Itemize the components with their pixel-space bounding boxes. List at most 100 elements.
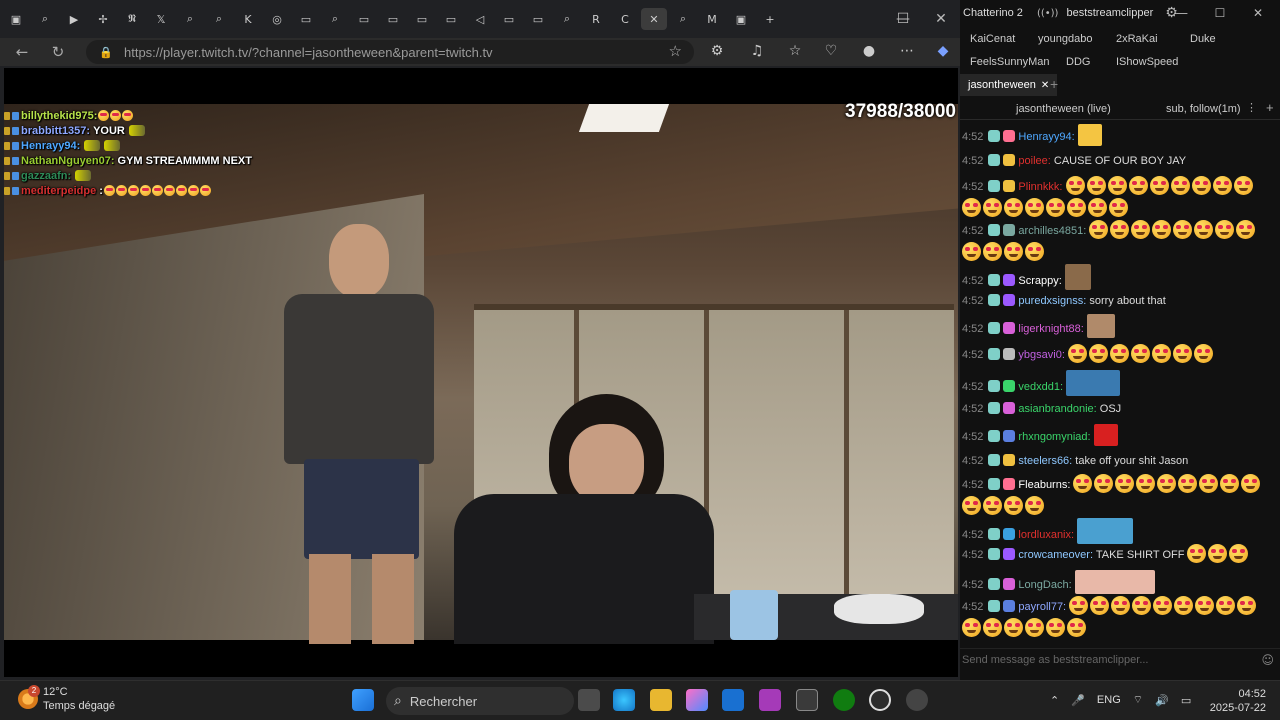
favorites-icon[interactable]: ☆ (782, 38, 808, 64)
moderation-badge-icon[interactable] (988, 578, 1001, 590)
browser-tab-3[interactable]: ✢ (90, 8, 116, 30)
profile-avatar-icon[interactable]: ● (856, 38, 882, 64)
moderation-badge-icon[interactable] (988, 478, 1001, 490)
chat-username[interactable]: Henrayy94: (1018, 131, 1074, 143)
browser-tab-17[interactable]: ▭ (496, 8, 522, 30)
chat-message[interactable]: 4:52 Fleaburns: (962, 474, 1272, 518)
taskbar-search[interactable]: ⌕ Rechercher (386, 687, 574, 715)
browser-tab-19[interactable]: ⌕ (554, 8, 580, 30)
tab-kaicenat[interactable]: KaiCenat (962, 28, 1023, 50)
browser-tab-15[interactable]: ▭ (438, 8, 464, 30)
chat-username[interactable]: steelers66: (1018, 455, 1072, 467)
add-tab-icon[interactable]: + (1050, 76, 1058, 92)
browser-tab-5[interactable]: 𝕏 (148, 8, 174, 30)
browser-tab-8[interactable]: K (235, 8, 261, 30)
ch-minimize-icon[interactable]: — (1164, 0, 1200, 26)
split-add-icon[interactable]: + (1266, 100, 1274, 115)
weather-widget[interactable]: 2 12°C Temps dégagé (18, 685, 115, 713)
moderation-badge-icon[interactable] (988, 528, 1001, 540)
start-windows-icon[interactable] (352, 689, 374, 711)
chat-username[interactable]: LongDach: (1018, 579, 1071, 591)
close-window-icon[interactable]: ✕ (922, 0, 960, 38)
browser-tab-22[interactable]: ✕ (641, 8, 667, 30)
ccleaner-icon[interactable] (869, 689, 891, 711)
moderation-badge-icon[interactable] (988, 154, 1001, 166)
chat-message[interactable]: 4:52 payroll77: (962, 596, 1272, 640)
tab-feelssunnyman[interactable]: FeelsSunnyMan (962, 51, 1058, 73)
browser-tab-25[interactable]: ▣ (728, 8, 754, 30)
task-view-icon[interactable] (578, 689, 600, 711)
refresh-icon[interactable]: ↻ (44, 40, 72, 64)
moderation-badge-icon[interactable] (988, 430, 1001, 442)
tab-ishowspeed[interactable]: IShowSpeed (1108, 51, 1186, 73)
moderation-badge-icon[interactable] (988, 600, 1001, 612)
chat-username[interactable]: archilles4851: (1018, 225, 1086, 237)
chatterino-taskbar-icon[interactable] (906, 689, 928, 711)
browser-tab-2[interactable]: ▶ (61, 8, 87, 30)
chat-message[interactable]: 4:52 LongDach: (962, 570, 1272, 596)
microphone-icon[interactable]: 🎤 (1071, 694, 1085, 707)
moderation-badge-icon[interactable] (988, 322, 1001, 334)
moderation-badge-icon[interactable] (988, 180, 1001, 192)
moderation-badge-icon[interactable] (988, 402, 1001, 414)
browser-tab-18[interactable]: ▭ (525, 8, 551, 30)
browser-tab-12[interactable]: ▭ (351, 8, 377, 30)
chat-message[interactable]: 4:52 Plinnkkk: (962, 176, 1272, 220)
url-field[interactable]: 🔒 https://player.twitch.tv/?channel=jaso… (86, 40, 694, 64)
copilot-app-icon[interactable] (686, 689, 708, 711)
chat-messages[interactable]: 4:52 Henrayy94: 4:52 poilee: CAUSE OF OUR … (960, 124, 1272, 642)
file-explorer-icon[interactable] (650, 689, 672, 711)
language-indicator[interactable]: ENG (1097, 694, 1121, 706)
channel-menu-icon[interactable]: ⋮ (1246, 101, 1257, 114)
moderation-badge-icon[interactable] (988, 294, 1001, 306)
moderation-badge-icon[interactable] (988, 380, 1001, 392)
chat-message[interactable]: 4:52 asianbrandonie: OSJ (962, 398, 1272, 420)
photos-app-icon[interactable] (759, 689, 781, 711)
browser-tab-9[interactable]: ◎ (264, 8, 290, 30)
xbox-icon[interactable] (833, 689, 855, 711)
chat-message[interactable]: 4:52 puredxsignss: sorry about that (962, 290, 1272, 312)
browser-tab-14[interactable]: ▭ (409, 8, 435, 30)
chat-username[interactable]: ligerknight88: (1018, 323, 1083, 335)
chat-message[interactable]: 4:52 rhxngomyniad: (962, 424, 1272, 448)
chat-input[interactable]: Send message as beststreamclipper... ☺ (960, 648, 1280, 670)
browser-tab-6[interactable]: ⌕ (177, 8, 203, 30)
chat-username[interactable]: asianbrandonie: (1018, 403, 1096, 415)
moderation-badge-icon[interactable] (988, 348, 1001, 360)
emote-picker-icon[interactable]: ☺ (1261, 649, 1274, 671)
browser-tab-23[interactable]: ⌕ (670, 8, 696, 30)
extensions-icon[interactable]: ⚙ (704, 38, 730, 64)
moderation-badge-icon[interactable] (988, 274, 1001, 286)
wifi-icon[interactable]: ⌔ (1133, 693, 1143, 707)
edge-icon[interactable] (613, 689, 635, 711)
browser-tab-20[interactable]: R (583, 8, 609, 30)
chat-message[interactable]: 4:52 ybgsavi0: (962, 344, 1272, 366)
reading-icon[interactable]: ♫ (744, 38, 770, 64)
tab-ddg[interactable]: DDG (1058, 51, 1098, 73)
chat-username[interactable]: lordluxanix: (1018, 529, 1074, 541)
chat-message[interactable]: 4:52 vedxdd1: (962, 370, 1272, 398)
chat-username[interactable]: rhxngomyniad: (1018, 431, 1090, 443)
ch-maximize-icon[interactable]: ☐ (1202, 0, 1238, 26)
chat-message[interactable]: 4:52 lordluxanix: (962, 518, 1272, 546)
chat-username[interactable]: Plinnkkk: (1018, 181, 1062, 193)
chat-username[interactable]: Scrappy: (1018, 275, 1061, 287)
chat-username[interactable]: crowcameover: (1018, 549, 1093, 561)
tab-2xrakai[interactable]: 2xRaKai (1108, 28, 1166, 50)
moderation-badge-icon[interactable] (988, 548, 1001, 560)
ch-close-icon[interactable]: ✕ (1240, 0, 1276, 26)
chat-username[interactable]: poilee: (1018, 155, 1050, 167)
outlook-icon[interactable] (722, 689, 744, 711)
chat-message[interactable]: 4:52 ligerknight88: (962, 314, 1272, 340)
health-icon[interactable]: ♡ (818, 38, 844, 64)
chat-message[interactable]: 4:52 crowcameover: TAKE SHIRT OFF (962, 544, 1272, 566)
browser-tab-10[interactable]: ▭ (293, 8, 319, 30)
battery-icon[interactable]: ▭ (1181, 694, 1191, 707)
browser-tab-16[interactable]: ◁ (467, 8, 493, 30)
favorite-star-icon[interactable]: ☆ (669, 42, 682, 60)
browser-tab-0[interactable]: ▣ (3, 8, 29, 30)
copilot-icon[interactable]: ◆ (930, 38, 956, 64)
chat-message[interactable]: 4:52 Scrappy: (962, 264, 1272, 292)
account-name[interactable]: beststreamclipper (1066, 7, 1153, 19)
browser-tab-21[interactable]: C (612, 8, 638, 30)
